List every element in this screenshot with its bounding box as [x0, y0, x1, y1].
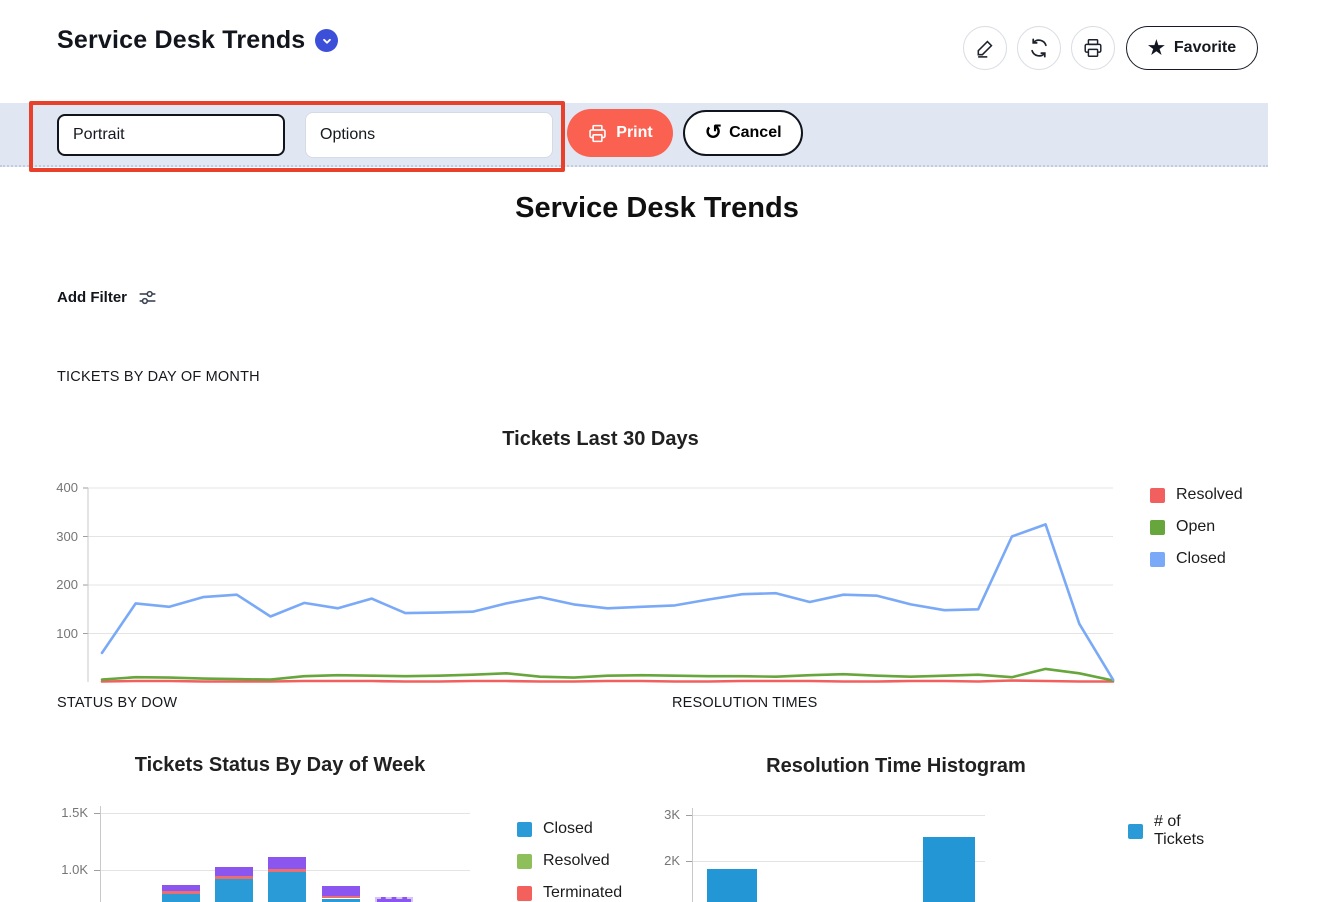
add-filter-label: Add Filter [57, 289, 127, 306]
legend-swatch [517, 822, 532, 837]
legend-label: Open [1176, 518, 1215, 536]
y-axis [100, 806, 101, 902]
legend-swatch [1150, 552, 1165, 567]
y-tick-label: 2K [644, 853, 680, 868]
bar-segment[interactable] [322, 899, 360, 902]
bar-segment[interactable] [215, 879, 253, 902]
line-chart-title: Tickets Last 30 Days [88, 428, 1113, 451]
legend-swatch [1150, 488, 1165, 503]
service-desk-trends-page: Service Desk Trends ★ Favorite Portrait … [0, 0, 1321, 902]
y-axis [692, 808, 693, 902]
bar-segment[interactable] [215, 876, 253, 879]
bar-segment[interactable] [268, 869, 306, 872]
print-button[interactable]: Print [567, 109, 673, 157]
print-label: Print [616, 124, 652, 142]
edit-pencil-icon [974, 37, 996, 59]
bar-segment[interactable] [375, 897, 413, 902]
line-chart-plot [83, 480, 1118, 686]
cancel-label: Cancel [729, 124, 781, 142]
histogram-bar[interactable] [707, 869, 757, 902]
y-tick-label: 1.0K [48, 862, 88, 877]
star-icon: ★ [1148, 39, 1165, 58]
legend-label: Resolved [1176, 486, 1243, 504]
legend-swatch [1150, 520, 1165, 535]
legend-item[interactable]: Resolved [1150, 486, 1243, 504]
refresh-icon [1028, 37, 1050, 59]
bar-segment[interactable] [162, 891, 200, 894]
histogram-title: Resolution Time Histogram [660, 755, 1132, 778]
options-select[interactable]: Options [305, 112, 553, 158]
legend-item[interactable]: Open [1150, 518, 1215, 536]
legend-swatch [517, 854, 532, 869]
page-title-text: Service Desk Trends [57, 26, 305, 55]
y-tick-label: 300 [38, 529, 78, 544]
dow-chart-title: Tickets Status By Day of Week [60, 754, 500, 777]
legend-label: # of Tickets [1154, 813, 1204, 849]
filter-sliders-icon [137, 287, 158, 308]
bar-segment[interactable] [322, 896, 360, 899]
legend-label: Resolved [543, 852, 610, 870]
undo-icon: ↺ [704, 122, 722, 143]
bar-segment[interactable] [162, 885, 200, 891]
legend-swatch [1128, 824, 1143, 839]
gridline [100, 813, 470, 814]
legend-label: Closed [1176, 550, 1226, 568]
bar-segment[interactable] [322, 886, 360, 896]
y-tick-label: 1.5K [48, 805, 88, 820]
cancel-button[interactable]: ↺ Cancel [683, 110, 803, 156]
printer-icon [587, 123, 608, 144]
orientation-value: Portrait [73, 126, 125, 144]
favorite-button[interactable]: ★ Favorite [1126, 26, 1258, 70]
add-filter-button[interactable]: Add Filter [57, 287, 158, 308]
bar-segment[interactable] [162, 894, 200, 902]
print-icon-button[interactable] [1071, 26, 1115, 70]
legend-item[interactable]: # of Tickets [1128, 813, 1204, 849]
page-title: Service Desk Trends [57, 26, 338, 55]
legend-swatch [517, 886, 532, 901]
legend-label: Terminated [543, 884, 622, 902]
report-title: Service Desk Trends [0, 192, 1314, 225]
favorite-label: Favorite [1174, 39, 1236, 57]
edit-button[interactable] [963, 26, 1007, 70]
line-series-open[interactable] [102, 669, 1113, 681]
refresh-button[interactable] [1017, 26, 1061, 70]
histogram-bar[interactable] [923, 837, 975, 902]
legend-label: Closed [543, 820, 593, 838]
bar-segment[interactable] [215, 867, 253, 877]
legend-item[interactable]: Terminated [517, 884, 622, 902]
y-tick-label: 3K [644, 807, 680, 822]
y-tick-label: 100 [38, 626, 78, 641]
orientation-select[interactable]: Portrait [57, 114, 285, 156]
options-value: Options [320, 126, 375, 144]
y-tick-label: 200 [38, 577, 78, 592]
bar-segment[interactable] [268, 872, 306, 902]
line-series-closed[interactable] [102, 524, 1113, 679]
section-status-by-dow: STATUS BY DOW [57, 695, 177, 711]
legend-item[interactable]: Closed [1150, 550, 1226, 568]
printer-icon [1082, 37, 1104, 59]
y-tick-label: 400 [38, 480, 78, 495]
legend-item[interactable]: Resolved [517, 852, 610, 870]
legend-item[interactable]: Closed [517, 820, 593, 838]
gridline [692, 815, 985, 816]
section-resolution-times: RESOLUTION TIMES [672, 695, 818, 711]
section-tickets-by-day-of-month: TICKETS BY DAY OF MONTH [57, 369, 260, 385]
bar-segment[interactable] [268, 857, 306, 869]
title-dropdown-button[interactable] [315, 29, 338, 52]
chevron-down-icon [320, 34, 334, 48]
